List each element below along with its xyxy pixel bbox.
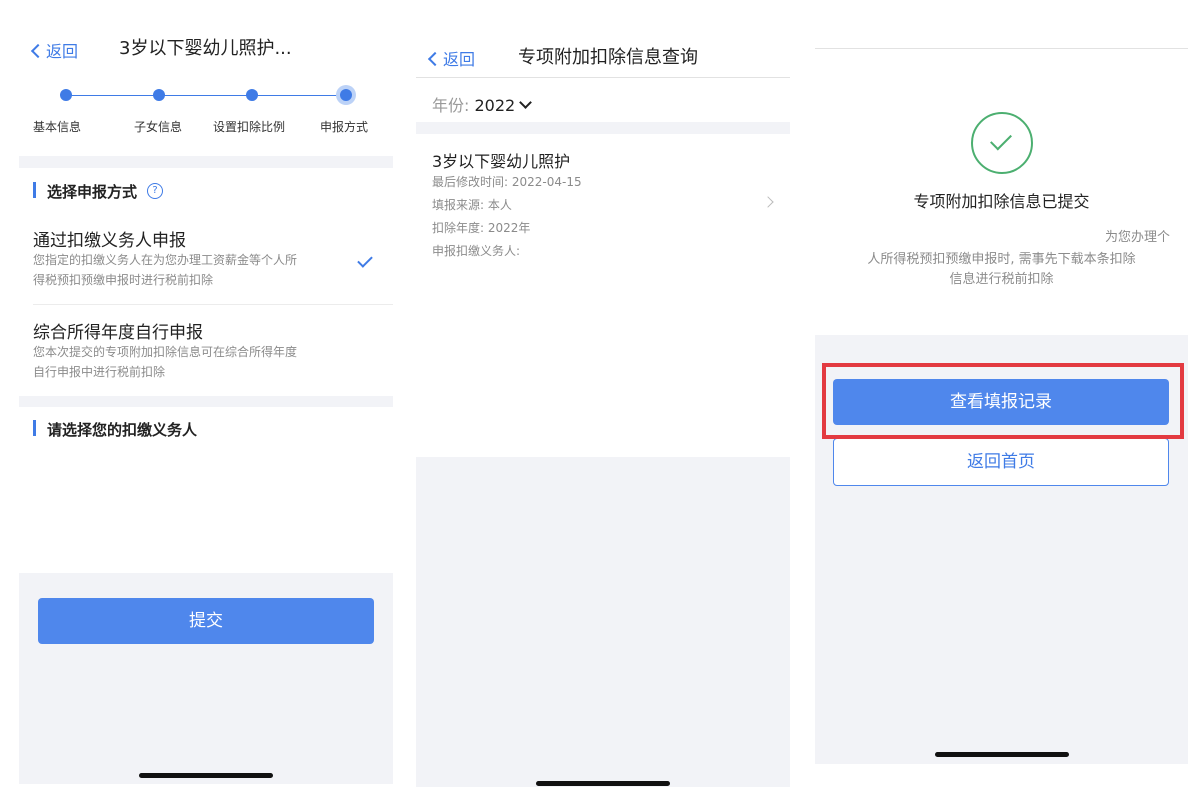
- step-label-2: 子女信息: [134, 120, 183, 134]
- record-year: 扣除年度: 2022年: [432, 221, 531, 235]
- option-annual-desc-1: 您本次提交的专项附加扣除信息可在综合所得年度: [33, 345, 298, 359]
- year-selector[interactable]: 年份: 2022: [432, 92, 533, 116]
- option-annual-desc-2: 自行申报中进行税前扣除: [33, 365, 166, 379]
- check-icon: [357, 252, 373, 268]
- section-title-method: 选择申报方式: [47, 183, 138, 201]
- agent-section: 请选择您的扣缴义务人: [19, 407, 393, 573]
- step-label-4: 申报方式: [320, 120, 369, 134]
- back-button[interactable]: 返回: [427, 46, 476, 70]
- record-title: 3岁以下婴幼儿照护: [432, 152, 571, 171]
- step-label-1: 基本信息: [33, 120, 82, 134]
- home-indicator: [536, 781, 670, 786]
- year-label: 年份:: [432, 96, 470, 115]
- option-withholding-desc-1: 您指定的扣缴义务人在为您办理工资薪金等个人所: [33, 253, 298, 267]
- section-title-agent: 请选择您的扣缴义务人: [47, 421, 198, 439]
- section-header-agent: 请选择您的扣缴义务人: [19, 407, 393, 453]
- record-agent: 申报扣缴义务人:: [432, 244, 521, 258]
- section-header-method: 选择申报方式 ?: [19, 168, 393, 214]
- step-dot-2: [153, 89, 165, 101]
- page-title: 专项附加扣除信息查询: [518, 47, 698, 68]
- record-modified: 最后修改时间: 2022-04-15: [432, 175, 582, 189]
- nav-bar: 返回 专项附加扣除信息查询: [416, 0, 790, 78]
- year-value: 2022: [474, 96, 516, 115]
- step-label-3: 设置扣除比例: [213, 120, 286, 134]
- screen-declaration-method: 返回 3岁以下婴幼儿照护... 基本信息 子女信息 设置扣除比例 申报方式 选择…: [19, 0, 393, 784]
- step-progress: 基本信息 子女信息 设置扣除比例 申报方式: [19, 68, 393, 156]
- section-accent-bar: [33, 182, 36, 198]
- record-source: 填报来源: 本人: [432, 198, 512, 212]
- back-home-button[interactable]: 返回首页: [833, 438, 1169, 486]
- option-annual-title: 综合所得年度自行申报: [33, 323, 203, 343]
- page-title: 3岁以下婴幼儿照护...: [119, 38, 292, 59]
- back-label: 返回: [443, 50, 476, 69]
- step-line: [66, 95, 346, 96]
- back-button[interactable]: 返回: [30, 38, 79, 62]
- nav-bar: 返回 3岁以下婴幼儿照护...: [19, 0, 393, 69]
- highlight-box: [822, 363, 1184, 439]
- screen-deduction-query: 返回 专项附加扣除信息查询 年份: 2022 3岁以下婴幼儿照护 最后修改时间:…: [416, 0, 790, 787]
- submit-button[interactable]: 提交: [38, 598, 374, 644]
- step-dot-3: [246, 89, 258, 101]
- method-section: 选择申报方式 ? 通过扣缴义务人申报 您指定的扣缴义务人在为您办理工资薪金等个人…: [19, 168, 393, 396]
- success-desc-2: 人所得税预扣预缴申报时, 需事先下载本条扣除: [867, 252, 1136, 267]
- help-icon[interactable]: ?: [147, 183, 163, 199]
- chevron-left-icon: [427, 51, 443, 67]
- option-divider: [33, 304, 393, 305]
- chevron-down-icon: [519, 96, 533, 109]
- top-bar: [815, 0, 1188, 49]
- section-accent-bar: [33, 420, 36, 436]
- option-withholding-title: 通过扣缴义务人申报: [33, 231, 186, 251]
- success-desc-1: 为您办理个: [1104, 230, 1170, 245]
- success-desc-3: 信息进行税前扣除: [949, 272, 1054, 287]
- home-indicator: [935, 752, 1069, 757]
- step-dot-1: [60, 89, 72, 101]
- success-title: 专项附加扣除信息已提交: [913, 192, 1090, 211]
- home-indicator: [139, 773, 273, 778]
- step-dot-4: [340, 89, 352, 101]
- back-label: 返回: [46, 42, 79, 61]
- option-withholding-desc-2: 得税预扣预缴申报时进行税前扣除: [33, 273, 214, 287]
- chevron-left-icon: [30, 43, 46, 59]
